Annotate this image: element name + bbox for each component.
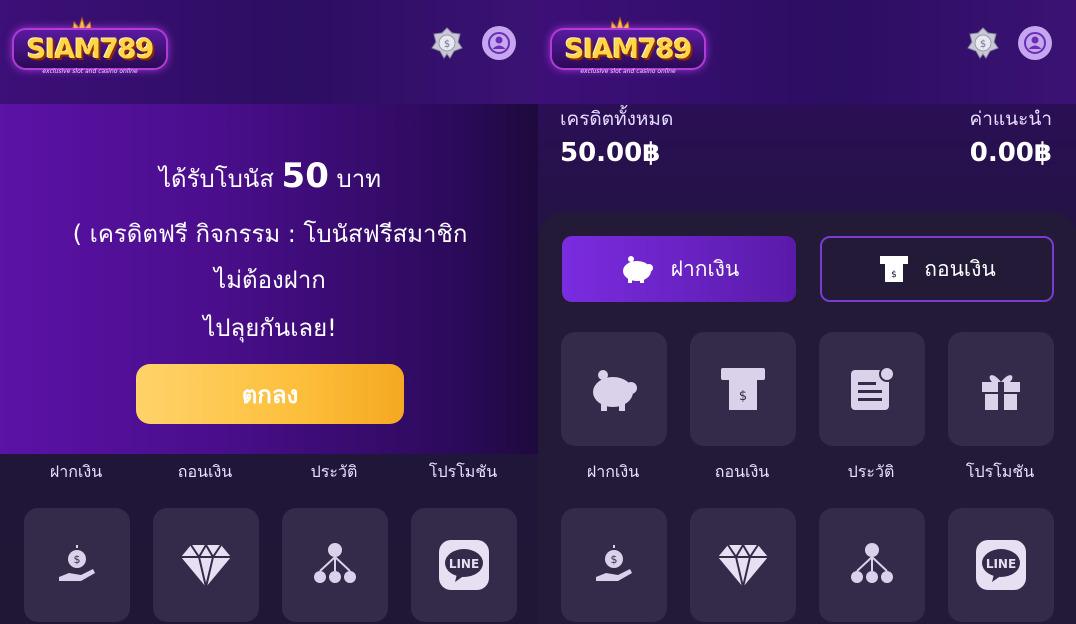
money-hand-icon: $ <box>59 545 95 581</box>
menu-label-promotion: โปรโมชัน <box>428 462 498 481</box>
tile-promotion[interactable] <box>948 332 1054 446</box>
bonus-amount: 50 <box>281 156 329 196</box>
user-icon <box>488 32 510 54</box>
line-text: LINE <box>986 557 1016 571</box>
left-screen: SIAM789 exclusive slot and casino online… <box>0 0 538 624</box>
withdraw-label: ถอนเงิน <box>924 256 996 281</box>
tile-line[interactable]: LINE <box>948 508 1054 622</box>
line-text: LINE <box>449 557 479 571</box>
menu-label-deposit: ฝากเงิน <box>586 462 640 481</box>
brand-logo[interactable]: SIAM789 exclusive slot and casino online <box>552 16 704 78</box>
popup-line-2: ( เครดิตฟรี กิจกรรม : โบนัสฟรีสมาชิก <box>72 220 468 248</box>
menu-label-promotion: โปรโมชัน <box>965 462 1035 481</box>
commission-label: ค่าแนะนำ <box>969 108 1052 130</box>
atm-withdraw-icon: $ <box>721 368 765 410</box>
coin-icon[interactable]: $ <box>966 26 1000 60</box>
piggy-bank-icon <box>622 256 653 283</box>
money-hand-icon: $ <box>596 545 632 581</box>
history-icon <box>851 366 895 410</box>
withdraw-button[interactable]: $ ถอนเงิน <box>820 236 1054 302</box>
tile-deposit[interactable] <box>561 332 667 446</box>
line-icon: LINE <box>439 540 489 590</box>
menu-label-withdraw: ถอนเงิน <box>177 462 233 481</box>
tile-history[interactable] <box>819 332 925 446</box>
popup-line-1: ได้รับโบนัส 50 บาท <box>158 156 382 196</box>
tile-referral[interactable] <box>819 508 925 622</box>
popup-line-4: ไปลุยกันเลย! <box>203 314 337 342</box>
tile-money-hand[interactable]: $ <box>24 508 130 622</box>
brand-tagline: exclusive slot and casino online <box>580 68 676 75</box>
menu-label-deposit: ฝากเงิน <box>49 462 103 481</box>
tile-money-hand[interactable]: $ <box>561 508 667 622</box>
coin-icon[interactable]: $ <box>430 26 464 60</box>
menu-label-withdraw: ถอนเงิน <box>714 462 770 481</box>
piggy-bank-icon <box>593 370 637 411</box>
commission-value: 0.00฿ <box>969 138 1052 168</box>
tile-diamond[interactable] <box>690 508 796 622</box>
atm-withdraw-icon: $ <box>880 256 909 282</box>
brand-tagline: exclusive slot and casino online <box>42 68 138 75</box>
brand-wordmark: SIAM789 <box>552 30 704 68</box>
svg-text:$: $ <box>74 553 81 566</box>
svg-text:$: $ <box>980 39 986 50</box>
referral-icon <box>851 543 893 583</box>
svg-text:$: $ <box>611 553 618 566</box>
deposit-label: ฝากเงิน <box>670 256 740 281</box>
gift-icon <box>982 375 1020 410</box>
tile-diamond[interactable] <box>153 508 259 622</box>
ok-button[interactable]: ตกลง <box>136 364 404 424</box>
credit-value: 50.00฿ <box>560 138 661 168</box>
popup-line-3: ไม่ต้องฝาก <box>214 266 326 294</box>
avatar[interactable] <box>482 26 516 60</box>
diamond-icon <box>181 543 231 588</box>
header-left: SIAM789 exclusive slot and casino online… <box>0 0 538 104</box>
brand-logo[interactable]: SIAM789 exclusive slot and casino online <box>14 16 166 78</box>
line-icon: LINE <box>976 540 1026 590</box>
avatar[interactable] <box>1018 26 1052 60</box>
referral-icon <box>314 543 356 583</box>
tile-withdraw[interactable]: $ <box>690 332 796 446</box>
tile-line[interactable]: LINE <box>411 508 517 622</box>
menu-label-history: ประวัติ <box>847 462 895 481</box>
user-icon <box>1024 32 1046 54</box>
credit-label: เครดิตทั้งหมด <box>560 108 674 130</box>
header-right: SIAM789 exclusive slot and casino online… <box>538 0 1076 104</box>
diamond-icon <box>718 543 768 588</box>
menu-label-history: ประวัติ <box>310 462 358 481</box>
brand-wordmark: SIAM789 <box>14 30 166 68</box>
tile-referral[interactable] <box>282 508 388 622</box>
bonus-popup: ได้รับโบนัส 50 บาท ( เครดิตฟรี กิจกรรม :… <box>0 104 538 454</box>
svg-text:$: $ <box>444 39 450 50</box>
svg-text:$: $ <box>891 270 897 280</box>
svg-text:$: $ <box>739 389 747 404</box>
deposit-button[interactable]: ฝากเงิน <box>562 236 796 302</box>
